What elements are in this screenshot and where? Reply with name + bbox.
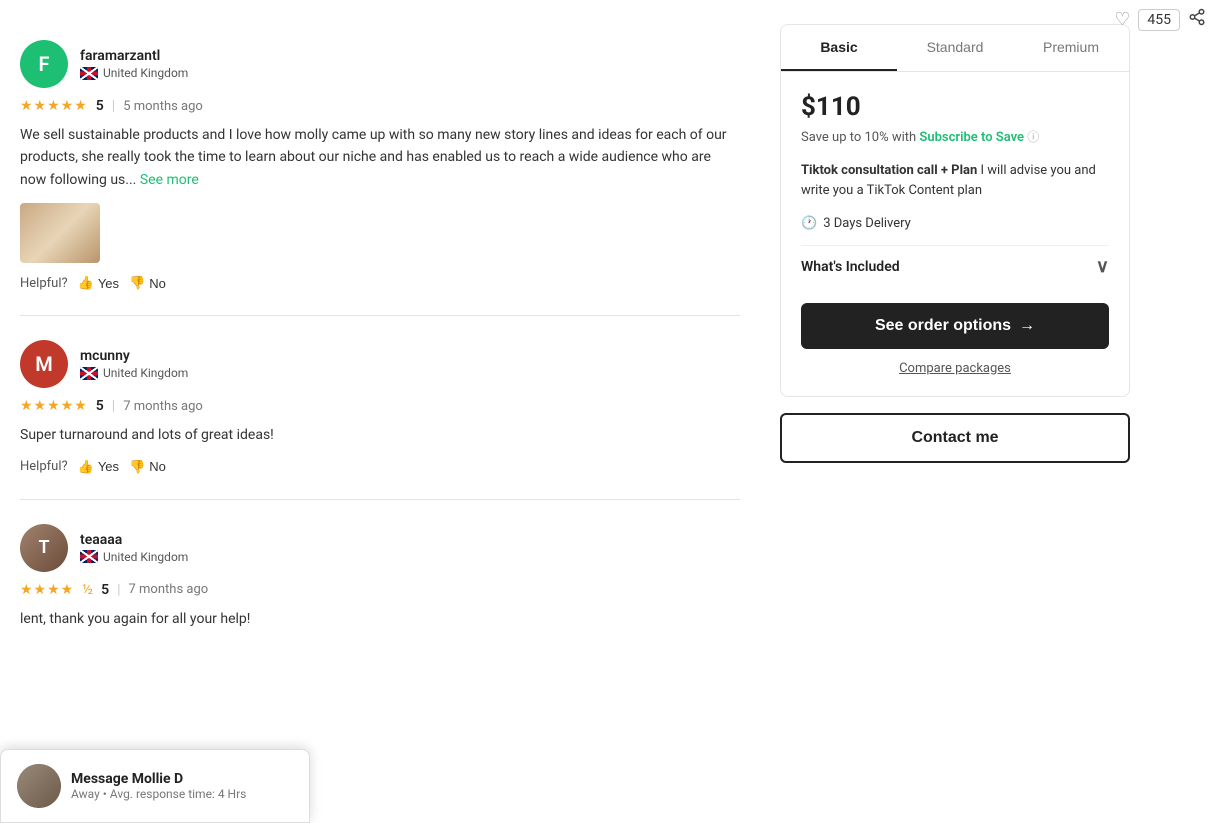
no-button[interactable]: 👎 No [129, 275, 166, 291]
package-description: Tiktok consultation call + Plan I will a… [801, 161, 1109, 200]
heart-icon: ♡ [1114, 9, 1130, 30]
order-button[interactable]: See order options → [801, 303, 1109, 349]
review-text: We sell sustainable products and I love … [20, 124, 740, 191]
rating-row: ★★★★★ 5 | 7 months ago [20, 398, 740, 414]
reviewer-location: United Kingdom [80, 366, 188, 380]
rating-row: ★★★★½ 5 | 7 months ago [20, 582, 740, 598]
review-item: M mcunny United Kingdom ★★★★★ 5 | 7 mont… [20, 316, 740, 499]
message-popup: Message Mollie D Away • Avg. response ti… [0, 749, 310, 823]
helpful-label: Helpful? [20, 459, 68, 474]
yes-button[interactable]: 👍 Yes [78, 459, 119, 475]
reviewer-name: faramarzantl [80, 48, 188, 64]
avatar: F [20, 40, 68, 88]
save-row: Save up to 10% with Subscribe to Save ⓘ [801, 128, 1109, 145]
thumbs-up-icon: 👍 [78, 275, 94, 291]
whats-included-row[interactable]: What's Included ∨ [801, 245, 1109, 287]
info-icon[interactable]: ⓘ [1027, 130, 1039, 144]
helpful-row: Helpful? 👍 Yes 👎 No [20, 275, 740, 291]
stars: ★★★★★ [20, 98, 88, 114]
thumbs-down-icon: 👎 [129, 459, 145, 475]
tab-standard[interactable]: Standard [897, 25, 1013, 71]
avatar: M [20, 340, 68, 388]
yes-button[interactable]: 👍 Yes [78, 275, 119, 291]
price: $110 [801, 92, 861, 122]
uk-flag-icon [80, 367, 98, 380]
popup-info: Message Mollie D Away • Avg. response ti… [71, 771, 293, 801]
reviewer-info: teaaaa United Kingdom [80, 532, 188, 564]
clock-icon: 🕐 [801, 216, 817, 231]
reviewer-name: mcunny [80, 348, 188, 364]
like-button[interactable]: ♡ [1114, 9, 1130, 30]
popup-avatar [17, 764, 61, 808]
reviewer-info: faramarzantl United Kingdom [80, 48, 188, 80]
helpful-row: Helpful? 👍 Yes 👎 No [20, 459, 740, 475]
see-more-link[interactable]: See more [140, 172, 199, 188]
popup-status: Away • Avg. response time: 4 Hrs [71, 787, 293, 801]
tab-basic[interactable]: Basic [781, 25, 897, 71]
thumbs-up-icon: 👍 [78, 459, 94, 475]
whats-included-label: What's Included [801, 259, 900, 275]
package-column: Basic Standard Premium $110 Save up to 1… [760, 0, 1150, 823]
review-image [20, 203, 100, 263]
stars: ★★★★ [20, 582, 74, 598]
review-text: Super turnaround and lots of great ideas… [20, 424, 740, 446]
time-ago: 5 months ago [123, 99, 203, 114]
time-ago: 7 months ago [129, 582, 209, 597]
delivery-row: 🕐 3 Days Delivery [801, 216, 1109, 231]
no-button[interactable]: 👎 No [129, 459, 166, 475]
share-icon [1188, 8, 1206, 26]
share-button[interactable] [1188, 8, 1206, 31]
contact-panel: Contact me [780, 413, 1130, 463]
review-item: T teaaaa United Kingdom ★★★★½ 5 | 7 mont… [20, 500, 740, 666]
time-ago: 7 months ago [123, 399, 203, 414]
review-text: lent, thank you again for all your help! [20, 608, 740, 630]
rating-num: 5 [96, 98, 104, 114]
reviewer-name: teaaaa [80, 532, 188, 548]
helpful-label: Helpful? [20, 276, 68, 291]
reviewer-location: United Kingdom [80, 550, 188, 564]
package-body: $110 Save up to 10% with Subscribe to Sa… [781, 72, 1129, 396]
uk-flag-icon [80, 550, 98, 563]
reviews-column: F faramarzantl United Kingdom ★★★★★ 5 | … [0, 0, 760, 823]
uk-flag-icon [80, 67, 98, 80]
review-item: F faramarzantl United Kingdom ★★★★★ 5 | … [20, 16, 740, 316]
avatar: T [20, 524, 68, 572]
package-panel: Basic Standard Premium $110 Save up to 1… [780, 24, 1130, 397]
subscribe-link[interactable]: Subscribe to Save [919, 130, 1024, 145]
popup-name: Message Mollie D [71, 771, 293, 787]
top-actions: ♡ 455 [1094, 0, 1226, 39]
arrow-icon: → [1019, 317, 1035, 335]
rating-num: 5 [101, 582, 109, 598]
contact-button[interactable]: Contact me [780, 413, 1130, 463]
thumbs-down-icon: 👎 [129, 275, 145, 291]
delivery-text: 3 Days Delivery [823, 216, 911, 231]
popup-header: Message Mollie D Away • Avg. response ti… [17, 764, 293, 808]
reviewer-info: mcunny United Kingdom [80, 348, 188, 380]
rating-row: ★★★★★ 5 | 5 months ago [20, 98, 740, 114]
stars: ★★★★★ [20, 398, 88, 414]
likes-count: 455 [1138, 9, 1180, 31]
chevron-down-icon: ∨ [1096, 256, 1109, 277]
rating-num: 5 [96, 398, 104, 414]
compare-packages-link[interactable]: Compare packages [801, 361, 1109, 376]
reviewer-location: United Kingdom [80, 66, 188, 80]
tabs-row: Basic Standard Premium [781, 25, 1129, 72]
